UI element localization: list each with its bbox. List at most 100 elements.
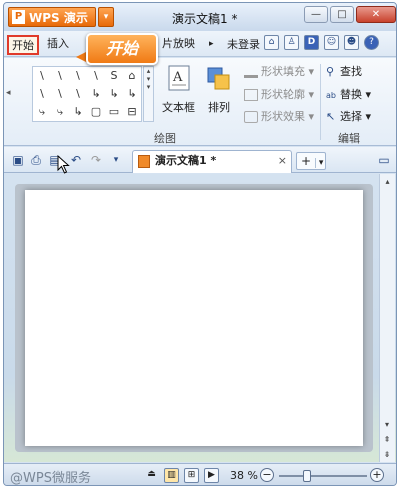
slide-sorter-icon[interactable]: ⊞ (184, 468, 199, 483)
shape-fill-button[interactable]: 形状填充 ▾ (244, 63, 314, 81)
zoom-in-icon[interactable]: + (370, 468, 384, 482)
shape-option[interactable]: \ (69, 85, 87, 103)
presentation-file-icon (138, 155, 150, 168)
app-menu-button[interactable]: P WPS 演示 (8, 7, 96, 27)
document-tab[interactable]: 演示文稿1 * × (132, 150, 292, 173)
redo-icon[interactable]: ↷ (88, 152, 104, 168)
find-button[interactable]: ⚲ 查找 (326, 63, 362, 81)
shape-option[interactable]: ▢ (87, 103, 105, 121)
quick-access-menu-icon[interactable]: ▾ (108, 152, 124, 168)
login-status[interactable]: 未登录 (227, 36, 260, 52)
effect-icon (244, 111, 258, 123)
shape-option[interactable]: \ (33, 67, 51, 85)
mouse-cursor-icon (57, 155, 70, 174)
shape-option[interactable]: \ (51, 67, 69, 85)
find-label: 查找 (340, 65, 362, 78)
window-title: 演示文稿1 * (172, 12, 238, 26)
pen-icon (244, 89, 258, 101)
print-icon[interactable]: ⎙ (28, 152, 44, 168)
help-icon[interactable]: ? (364, 35, 379, 50)
drawing-group-label: 绘图 (154, 132, 176, 145)
shape-option[interactable]: ⌂ (123, 67, 141, 85)
shape-option[interactable]: \ (87, 67, 105, 85)
shape-option[interactable]: ⤷ (51, 103, 69, 121)
next-slide-icon[interactable]: ⇟ (380, 447, 394, 462)
vertical-scrollbar[interactable]: ▴ ▾ ⇞ ⇟ (379, 174, 395, 462)
prev-slide-icon[interactable]: ⇞ (380, 432, 394, 447)
tab-start[interactable]: 开始 (7, 35, 39, 55)
app-window: P WPS 演示 ▾ 演示文稿1 * — □ ✕ 开始 插入 片放映 ▸ 未登录… (3, 2, 397, 486)
d-icon[interactable]: D (304, 35, 319, 50)
shape-option[interactable]: ↳ (87, 85, 105, 103)
tab-slideshow[interactable]: 片放映 (159, 35, 198, 55)
window-icon[interactable]: ⌂ (264, 35, 279, 50)
notes-toggle-icon[interactable]: ⏏ (144, 468, 159, 483)
shape-option[interactable]: \ (33, 85, 51, 103)
users-icon[interactable]: ☺ (324, 35, 339, 50)
save-icon[interactable]: ▣ (10, 152, 26, 168)
shape-option[interactable]: \ (51, 85, 69, 103)
ribbon-scroll-left-icon[interactable]: ◂ (6, 88, 11, 98)
shapes-gallery-scroll[interactable]: ▴ ▾ ▾ (143, 66, 154, 122)
close-button[interactable]: ✕ (356, 6, 396, 23)
shape-option[interactable]: ↳ (123, 85, 141, 103)
textbox-label: 文本框 (162, 101, 195, 114)
document-tab-label: 演示文稿1 * (155, 154, 217, 167)
tab-insert[interactable]: 插入 (44, 35, 72, 55)
arrange-label: 排列 (208, 101, 230, 114)
binoculars-icon: ⚲ (326, 65, 335, 78)
textbox-icon: A (168, 65, 189, 91)
close-tab-icon[interactable]: × (278, 151, 287, 171)
shape-option[interactable]: ↳ (105, 85, 123, 103)
status-bar: @WPS微服务 ⏏ ▥ ⊞ ▶ 38 % − + (4, 463, 396, 486)
zoom-slider-thumb[interactable] (303, 470, 312, 482)
shape-option[interactable]: ↳ (69, 103, 87, 121)
select-label: 选择 (340, 110, 362, 123)
shape-fill-label: 形状填充 (261, 65, 305, 78)
shape-option[interactable]: ▭ (105, 103, 123, 121)
replace-button[interactable]: ab 替换 ▾ (326, 86, 371, 104)
scroll-down-icon[interactable]: ▾ (380, 417, 394, 432)
shape-outline-label: 形状轮廓 (261, 88, 305, 101)
shape-effect-label: 形状效果 (261, 110, 305, 123)
slide-editing-area[interactable]: ▴ ▾ ⇞ ⇟ (4, 174, 396, 462)
restore-button[interactable]: □ (330, 6, 354, 23)
start-callout: 开始 (86, 33, 158, 65)
zoom-slider[interactable] (279, 470, 367, 482)
shirt-icon[interactable]: ♙ (284, 35, 299, 50)
edit-group-label: 编辑 (338, 132, 360, 145)
new-tab-menu-icon[interactable]: ▾ (314, 158, 324, 168)
reading-view-icon[interactable]: ▶ (204, 468, 219, 483)
wps-logo-icon: P (12, 10, 25, 24)
app-name: WPS 演示 (29, 10, 88, 25)
replace-label: 替换 (340, 88, 362, 101)
normal-view-icon[interactable]: ▥ (164, 468, 179, 483)
shape-effect-button[interactable]: 形状效果 ▾ (244, 108, 314, 126)
select-button[interactable]: ↖ 选择 ▾ (326, 108, 371, 126)
shape-option[interactable]: ⤷ (33, 103, 51, 121)
shape-outline-button[interactable]: 形状轮廓 ▾ (244, 86, 314, 104)
zoom-level[interactable]: 38 % (230, 469, 258, 482)
ribbon-separator (320, 64, 321, 140)
new-tab-button[interactable]: + ▾ (296, 152, 326, 170)
replace-icon: ab (326, 91, 336, 100)
shape-option[interactable]: S (105, 67, 123, 85)
shapes-gallery[interactable]: \ \ \ \ S ⌂ \ \ \ ↳ ↳ ↳ ⤷ ⤷ ↳ ▢ ▭ ⊟ (32, 66, 142, 122)
arrange-button[interactable]: 排列 (206, 64, 232, 115)
watermark-text: @WPS微服务 (10, 471, 91, 486)
scroll-up-icon[interactable]: ▴ (380, 174, 395, 189)
shape-option[interactable]: ⊟ (123, 103, 141, 121)
plus-icon: + (301, 154, 312, 168)
textbox-button[interactable]: A 文本框 (162, 64, 195, 115)
minimize-button[interactable]: — (304, 6, 328, 23)
layout-toggle-icon[interactable]: ▭ (376, 152, 392, 168)
title-bar: P WPS 演示 ▾ 演示文稿1 * — □ ✕ (4, 3, 396, 31)
tab-scroll-right[interactable]: ▸ (206, 35, 217, 55)
svg-text:A: A (172, 70, 183, 85)
smile-icon[interactable]: ☻ (344, 35, 359, 50)
slide-canvas[interactable] (25, 190, 363, 446)
app-menu-dropdown[interactable]: ▾ (98, 7, 114, 27)
zoom-out-icon[interactable]: − (260, 468, 274, 482)
shape-option[interactable]: \ (69, 67, 87, 85)
ribbon-panel: ◂ \ \ \ \ S ⌂ \ \ \ ↳ ↳ ↳ ⤷ ⤷ ↳ ▢ ▭ ⊟ ▴ ▾ ▾ A 文本框 排列 形状填充 ▾… (4, 58, 396, 146)
